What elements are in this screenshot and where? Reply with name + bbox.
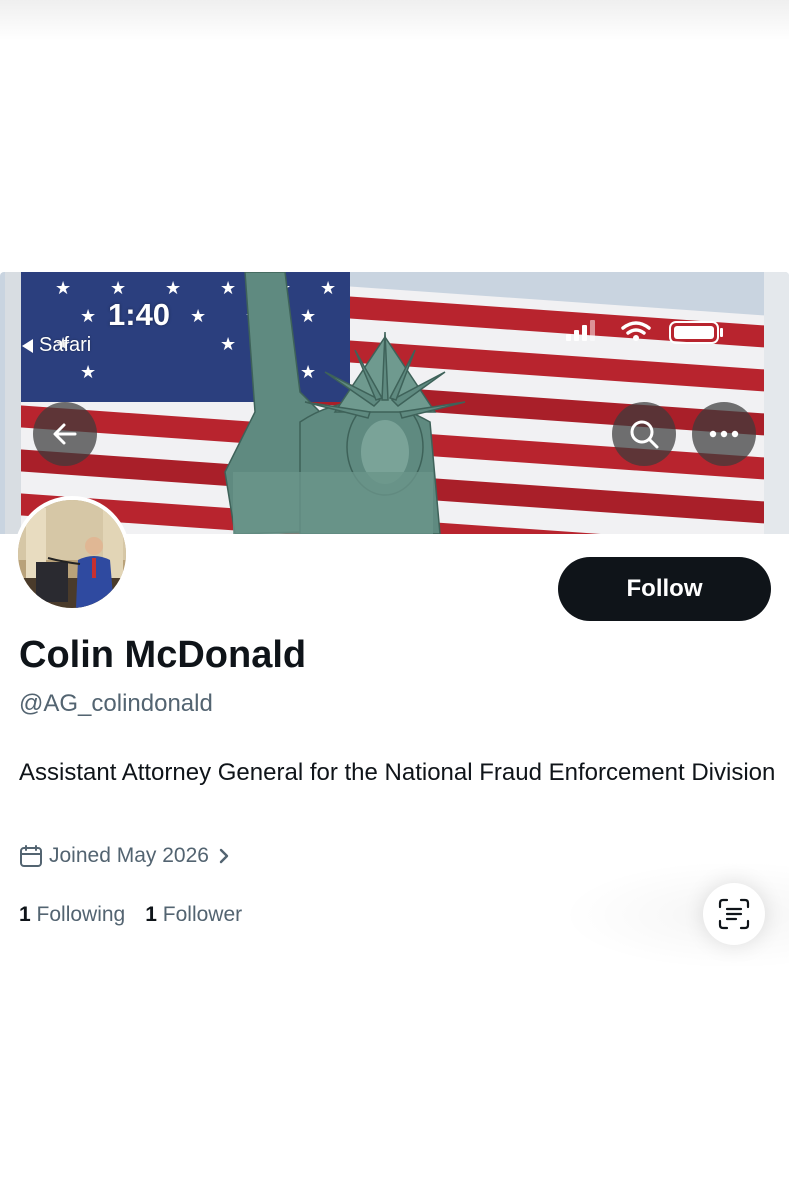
search-button[interactable] [612,402,676,466]
follow-button[interactable]: Follow [558,557,771,621]
more-horizontal-icon [709,430,739,438]
joined-label: Joined May 2026 [49,844,209,867]
text-scan-button[interactable] [703,883,765,945]
system-status-icons [566,320,723,344]
followers-count: 1 [145,903,157,926]
profile-bio: Assistant Attorney General for the Natio… [19,759,776,786]
svg-text:★: ★ [80,362,96,382]
status-time: 1:40 [108,297,171,332]
arrow-left-icon [53,423,77,445]
battery-icon [669,321,723,344]
joined-date[interactable]: Joined May 2026 [19,844,233,868]
back-button[interactable] [33,402,97,466]
avatar-photo [18,500,126,608]
search-icon [630,420,659,449]
more-button[interactable] [692,402,756,466]
calendar-icon [20,845,42,867]
header-banner: ★★★★★★ ★★★★ ★★★ ★★ 1:40 Safari [0,272,789,534]
follow-stats: 1 Following 1 Follower [19,903,242,927]
top-shade [0,0,789,40]
following-count: 1 [19,903,31,926]
wifi-icon [621,321,651,335]
back-to-app[interactable]: Safari [22,334,91,357]
avatar[interactable] [14,496,130,612]
user-handle: @AG_colindonald [19,690,213,717]
display-name: Colin McDonald [19,634,307,676]
following-label: Following [36,903,126,926]
following-link[interactable]: 1 Following [19,903,125,927]
text-scan-icon [718,898,750,930]
back-triangle-icon [22,338,33,353]
chevron-right-icon [219,848,229,864]
status-bar: 1:40 Safari [0,272,789,362]
back-app-label: Safari [39,334,92,356]
followers-label: Follower [162,903,243,926]
followers-link[interactable]: 1 Follower [145,903,242,927]
cellular-signal-icon [566,320,595,341]
svg-text:★: ★ [300,362,316,382]
